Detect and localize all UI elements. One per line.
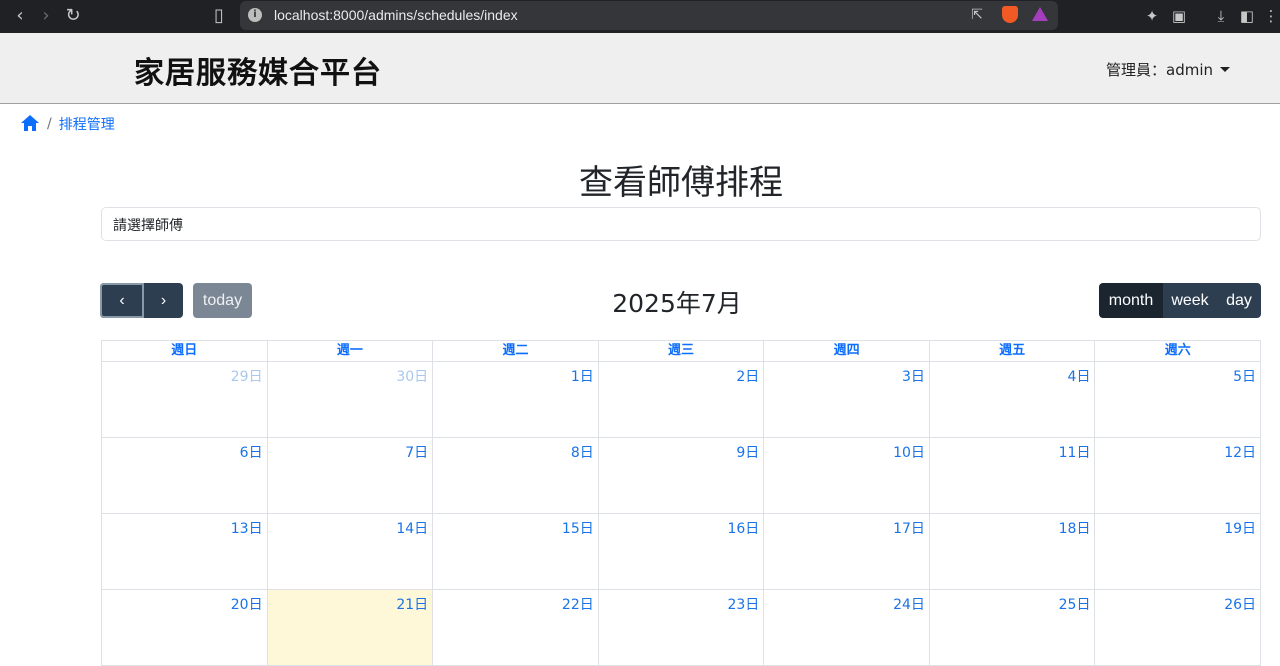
- view-switcher: month week day: [1099, 283, 1261, 318]
- calendar-day-cell[interactable]: 4日: [930, 362, 1096, 437]
- weekday-mon[interactable]: 週一: [268, 341, 434, 361]
- day-number-link[interactable]: 21日: [396, 594, 428, 614]
- day-number-link[interactable]: 9日: [736, 442, 759, 462]
- calendar-day-cell[interactable]: 5日: [1095, 362, 1262, 437]
- day-number-link[interactable]: 23日: [727, 594, 759, 614]
- breadcrumb: / 排程管理: [21, 114, 115, 134]
- calendar-day-cell[interactable]: 1日: [433, 362, 599, 437]
- day-number-link[interactable]: 29日: [231, 366, 263, 386]
- calendar-week-row: 6日 7日 8日 9日 10日 11日 12日: [102, 438, 1262, 514]
- calendar-day-cell[interactable]: 6日: [102, 438, 268, 513]
- day-number-link[interactable]: 16日: [727, 518, 759, 538]
- weekday-header: 週日 週一 週二 週三 週四 週五 週六: [102, 340, 1262, 362]
- sidebar-icon[interactable]: ◧: [1236, 5, 1258, 27]
- day-number-link[interactable]: 3日: [902, 366, 925, 386]
- day-number-link[interactable]: 11日: [1059, 442, 1091, 462]
- calendar-day-cell[interactable]: 15日: [433, 514, 599, 589]
- calendar-day-cell[interactable]: 8日: [433, 438, 599, 513]
- calendar-week-row: 20日 21日 22日 23日 24日 25日 26日: [102, 590, 1262, 666]
- address-bar[interactable]: i localhost:8000/admins/schedules/index …: [240, 1, 1058, 30]
- day-number-link[interactable]: 2日: [736, 366, 759, 386]
- calendar-title: 2025年7月: [612, 289, 742, 318]
- calendar-day-cell[interactable]: 9日: [599, 438, 765, 513]
- calendar-week-row: 29日 30日 1日 2日 3日 4日 5日: [102, 362, 1262, 438]
- browser-toolbar: ‹ › ↻ ▯ i localhost:8000/admins/schedule…: [0, 0, 1280, 33]
- day-number-link[interactable]: 4日: [1068, 366, 1091, 386]
- calendar-grid: 週日 週一 週二 週三 週四 週五 週六 29日 30日 1日 2日 3日 4日 5日 6日 7…: [101, 340, 1262, 666]
- calendar-day-cell[interactable]: 13日: [102, 514, 268, 589]
- home-icon[interactable]: [21, 115, 39, 133]
- day-view-button[interactable]: day: [1217, 283, 1261, 318]
- weekday-tue[interactable]: 週二: [433, 341, 599, 361]
- day-number-link[interactable]: 14日: [396, 518, 428, 538]
- weekday-sat[interactable]: 週六: [1095, 341, 1262, 361]
- url-text[interactable]: localhost:8000/admins/schedules/index: [274, 7, 518, 23]
- next-month-button[interactable]: ›: [144, 283, 183, 318]
- page-title: 查看師傅排程: [579, 163, 783, 203]
- weekday-fri[interactable]: 週五: [930, 341, 1096, 361]
- brave-rewards-icon[interactable]: [1032, 7, 1048, 21]
- download-icon[interactable]: ⤓: [1210, 5, 1232, 27]
- day-number-link[interactable]: 25日: [1059, 594, 1091, 614]
- site-info-icon[interactable]: i: [248, 8, 262, 22]
- calendar-day-cell[interactable]: 7日: [268, 438, 434, 513]
- day-number-link[interactable]: 10日: [893, 442, 925, 462]
- breadcrumb-schedule-link[interactable]: 排程管理: [59, 114, 115, 134]
- forward-icon[interactable]: ›: [34, 4, 58, 28]
- calendar-day-cell[interactable]: 30日: [268, 362, 434, 437]
- weekday-sun[interactable]: 週日: [102, 341, 268, 361]
- calendar-day-cell[interactable]: 18日: [930, 514, 1096, 589]
- day-number-link[interactable]: 19日: [1224, 518, 1256, 538]
- brand-title[interactable]: 家居服務媒合平台: [134, 48, 382, 92]
- calendar-day-cell[interactable]: 12日: [1095, 438, 1262, 513]
- admin-menu[interactable]: 管理員：admin: [1106, 59, 1230, 80]
- bookmark-icon[interactable]: ▯: [207, 4, 231, 28]
- calendar-day-cell[interactable]: 14日: [268, 514, 434, 589]
- calendar-day-cell[interactable]: 17日: [764, 514, 930, 589]
- breadcrumb-separator: /: [47, 116, 52, 132]
- day-number-link[interactable]: 15日: [562, 518, 594, 538]
- today-button[interactable]: today: [193, 283, 252, 318]
- calendar-day-cell[interactable]: 29日: [102, 362, 268, 437]
- admin-label: 管理員：admin: [1106, 61, 1213, 79]
- calendar-day-cell[interactable]: 16日: [599, 514, 765, 589]
- calendar-day-cell[interactable]: 2日: [599, 362, 765, 437]
- back-icon[interactable]: ‹: [8, 4, 32, 28]
- day-number-link[interactable]: 20日: [231, 594, 263, 614]
- day-number-link[interactable]: 26日: [1224, 594, 1256, 614]
- reload-icon[interactable]: ↻: [61, 4, 85, 28]
- calendar-day-cell[interactable]: 11日: [930, 438, 1096, 513]
- prev-month-button[interactable]: ‹: [100, 283, 144, 318]
- day-number-link[interactable]: 7日: [405, 442, 428, 462]
- day-number-link[interactable]: 18日: [1059, 518, 1091, 538]
- day-number-link[interactable]: 12日: [1224, 442, 1256, 462]
- extensions-icon[interactable]: ✦: [1141, 5, 1163, 27]
- day-number-link[interactable]: 8日: [571, 442, 594, 462]
- day-number-link[interactable]: 24日: [893, 594, 925, 614]
- day-number-link[interactable]: 13日: [231, 518, 263, 538]
- reader-icon[interactable]: ▣: [1168, 5, 1190, 27]
- brave-shield-icon[interactable]: [1002, 6, 1018, 23]
- calendar-day-cell[interactable]: 19日: [1095, 514, 1262, 589]
- calendar-week-row: 13日 14日 15日 16日 17日 18日 19日: [102, 514, 1262, 590]
- caret-down-icon: [1220, 67, 1230, 72]
- teacher-select[interactable]: 請選擇師傅: [101, 207, 1261, 241]
- share-icon[interactable]: ⇱: [968, 6, 986, 24]
- site-header: 家居服務媒合平台 管理員：admin: [0, 33, 1280, 104]
- day-number-link[interactable]: 6日: [240, 442, 263, 462]
- calendar-weeks: 29日 30日 1日 2日 3日 4日 5日 6日 7日 8日 9日 10日 11日 12日 13日 14日 1…: [102, 362, 1262, 666]
- day-number-link[interactable]: 30日: [396, 366, 428, 386]
- day-number-link[interactable]: 5日: [1233, 366, 1256, 386]
- week-view-button[interactable]: week: [1163, 283, 1217, 318]
- weekday-wed[interactable]: 週三: [599, 341, 765, 361]
- calendar-day-cell[interactable]: 3日: [764, 362, 930, 437]
- weekday-thu[interactable]: 週四: [764, 341, 930, 361]
- day-number-link[interactable]: 22日: [562, 594, 594, 614]
- calendar-day-cell[interactable]: 10日: [764, 438, 930, 513]
- menu-icon[interactable]: ⋮: [1260, 5, 1280, 27]
- month-view-button[interactable]: month: [1099, 283, 1163, 318]
- day-number-link[interactable]: 1日: [571, 366, 594, 386]
- day-number-link[interactable]: 17日: [893, 518, 925, 538]
